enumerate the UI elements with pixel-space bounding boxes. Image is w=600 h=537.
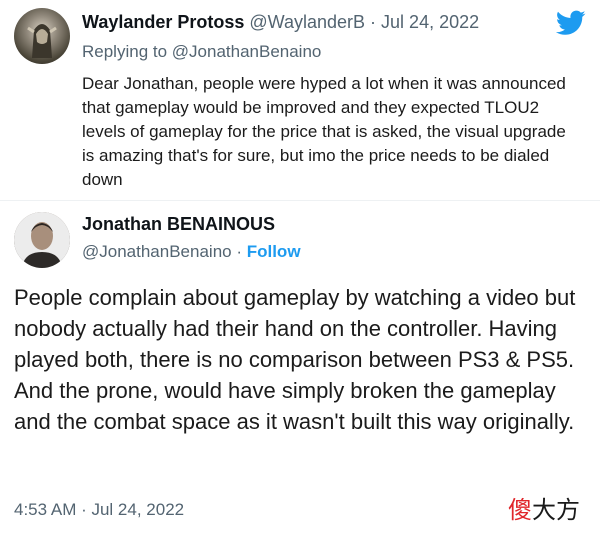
- watermark-part-2: 大方: [532, 496, 580, 524]
- twitter-bird-icon: [556, 10, 586, 35]
- avatar-jonathan[interactable]: [14, 212, 70, 268]
- main-handle[interactable]: @JonathanBenaino: [82, 242, 232, 261]
- reply-tweet-text: Dear Jonathan, people were hyped a lot w…: [82, 74, 566, 189]
- tweet-divider: [0, 200, 600, 201]
- main-handle-line: @JonathanBenaino · Follow: [82, 242, 301, 262]
- main-display-name[interactable]: Jonathan BENAINOUS: [82, 214, 275, 235]
- replying-to-label[interactable]: Replying to @JonathanBenaino: [82, 42, 321, 62]
- reply-handle-date[interactable]: @WaylanderB · Jul 24, 2022: [249, 12, 479, 32]
- follow-button[interactable]: Follow: [247, 242, 301, 261]
- watermark: 傻大方: [508, 490, 580, 525]
- main-tweet-timestamp[interactable]: 4:53 AM · Jul 24, 2022: [14, 500, 184, 520]
- avatar-waylander[interactable]: [14, 8, 70, 64]
- handle-separator: ·: [231, 242, 247, 261]
- main-tweet-text: People complain about gameplay by watchi…: [14, 285, 576, 434]
- reply-tweet: Waylander Protoss @WaylanderB · Jul 24, …: [0, 0, 600, 200]
- watermark-part-1: 傻: [508, 496, 532, 524]
- reply-display-name[interactable]: Waylander Protoss: [82, 12, 244, 32]
- reply-author-line: Waylander Protoss @WaylanderB · Jul 24, …: [82, 12, 479, 33]
